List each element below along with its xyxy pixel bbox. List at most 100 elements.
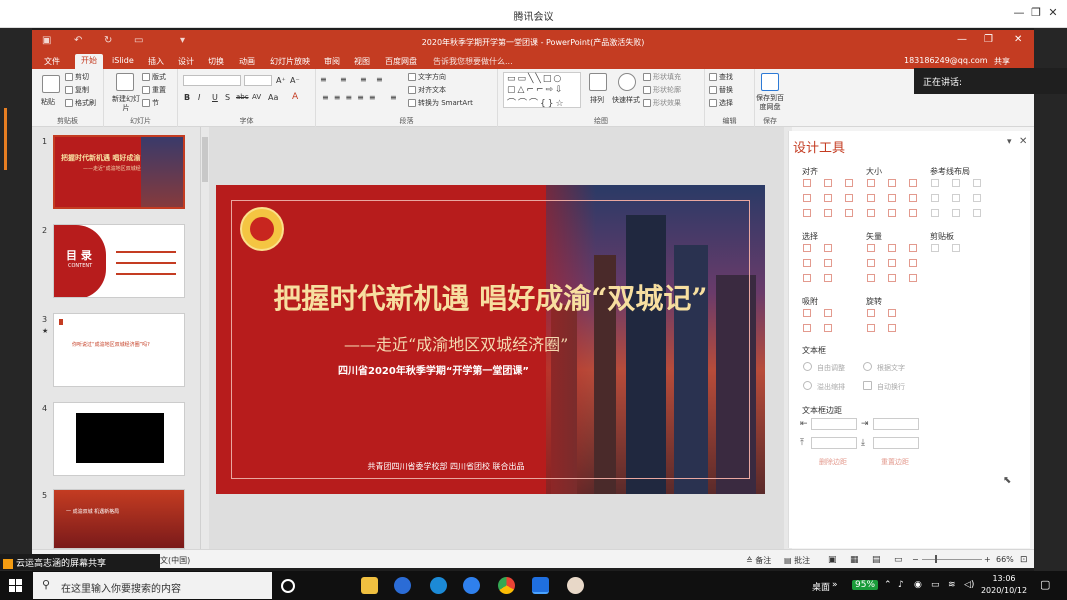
- design-tool-icon[interactable]: [824, 209, 832, 217]
- tab-insert[interactable]: 插入: [148, 56, 164, 67]
- design-tool-icon[interactable]: [973, 179, 981, 187]
- edge-icon[interactable]: [430, 577, 447, 594]
- shapes-row-1[interactable]: ▭▭╲╲□○: [507, 74, 563, 84]
- design-tool-icon[interactable]: [845, 209, 853, 217]
- find-button[interactable]: 查找: [709, 72, 733, 82]
- arrange-icon[interactable]: [589, 73, 607, 91]
- volume-icon[interactable]: ◁): [964, 580, 974, 590]
- meeting-restore-button[interactable]: ❐: [1029, 6, 1043, 19]
- tab-islide[interactable]: iSlide: [112, 56, 134, 65]
- wrap-checkbox[interactable]: [863, 381, 872, 390]
- design-tool-icon[interactable]: [803, 194, 811, 202]
- zoom-slider[interactable]: [922, 559, 982, 560]
- design-tool-icon[interactable]: [952, 209, 960, 217]
- design-tool-icon[interactable]: [931, 179, 939, 187]
- design-tool-icon[interactable]: [867, 259, 875, 267]
- clock-app-icon[interactable]: [394, 577, 411, 594]
- tab-baidu[interactable]: 百度网盘: [385, 56, 417, 67]
- file-explorer-icon[interactable]: [361, 577, 378, 594]
- design-tool-icon[interactable]: [824, 309, 832, 317]
- format-painter-button[interactable]: 格式刷: [65, 98, 96, 108]
- quick-styles-icon[interactable]: [618, 73, 636, 91]
- zoom-slider-thumb[interactable]: [935, 555, 937, 563]
- tencent-meeting-icon[interactable]: [532, 577, 549, 594]
- design-tool-icon[interactable]: [867, 179, 875, 187]
- char-spacing-button[interactable]: AV: [252, 93, 261, 101]
- italic-button[interactable]: I: [198, 93, 200, 102]
- select-button[interactable]: 选择: [709, 98, 733, 108]
- font-size-box[interactable]: [244, 75, 272, 86]
- mic-icon[interactable]: ♪: [898, 580, 904, 590]
- shapes-gallery[interactable]: ▭▭╲╲□○ ▢△⌐⌐⇨⇩ ⌒⌒⌒{}☆: [503, 72, 581, 109]
- font-grow-icon[interactable]: A⁺: [276, 76, 286, 85]
- tray-chevron-icon[interactable]: ⌃: [884, 580, 892, 590]
- design-tool-icon[interactable]: [867, 209, 875, 217]
- share-button[interactable]: 共享: [994, 56, 1010, 67]
- tab-home[interactable]: 开始: [75, 54, 103, 69]
- design-tool-icon[interactable]: [931, 194, 939, 202]
- fit-slide-icon[interactable]: ⊡: [1020, 555, 1028, 565]
- strikethrough-button[interactable]: abc: [236, 93, 249, 101]
- fit-text-radio[interactable]: [863, 362, 872, 371]
- new-slide-button[interactable]: 新建幻灯片: [110, 95, 142, 113]
- design-tool-icon[interactable]: [803, 259, 811, 267]
- ppt-close-button[interactable]: ✕: [1014, 34, 1022, 45]
- comments-button[interactable]: ▤ 批注: [784, 555, 810, 566]
- zoom-level[interactable]: 66%: [996, 555, 1014, 564]
- replace-button[interactable]: 替换: [709, 85, 733, 95]
- design-tool-icon[interactable]: [867, 244, 875, 252]
- design-tool-icon[interactable]: [824, 274, 832, 282]
- thumbnails-scrollbar[interactable]: [200, 127, 209, 549]
- design-tool-icon[interactable]: [803, 274, 811, 282]
- screen-share-bar[interactable]: 云运高志涵的屏幕共享: [0, 554, 160, 570]
- design-tool-icon[interactable]: [867, 194, 875, 202]
- shapes-row-2[interactable]: ▢△⌐⌐⇨⇩: [507, 85, 565, 95]
- design-tool-icon[interactable]: [909, 274, 917, 282]
- panel-close-icon[interactable]: ✕: [1019, 136, 1027, 147]
- align-buttons[interactable]: ≡≡≡≡≡: [322, 93, 381, 102]
- shapes-row-3[interactable]: ⌒⌒⌒{}☆: [507, 96, 566, 109]
- panel-menu-icon[interactable]: ▾: [1007, 137, 1012, 147]
- bold-button[interactable]: B: [184, 93, 190, 102]
- design-tool-icon[interactable]: [888, 324, 896, 332]
- design-tool-icon[interactable]: [845, 179, 853, 187]
- overflow-radio[interactable]: [803, 381, 812, 390]
- tab-review[interactable]: 审阅: [324, 56, 340, 67]
- numbering-icon[interactable]: ≡: [340, 75, 347, 84]
- taskbar-clock[interactable]: 13:06 2020/10/12: [980, 573, 1028, 597]
- ppt-minimize-button[interactable]: —: [957, 34, 967, 45]
- design-tool-icon[interactable]: [952, 194, 960, 202]
- quick-styles-button[interactable]: 快速样式: [612, 95, 640, 105]
- slideshow-view-icon[interactable]: ▭: [894, 555, 903, 565]
- design-tool-icon[interactable]: [888, 209, 896, 217]
- thumbnail-slide-5[interactable]: 一 成渝双城 机遇新格局: [53, 489, 185, 549]
- design-tool-icon[interactable]: [824, 259, 832, 267]
- font-shrink-icon[interactable]: A⁻: [290, 76, 300, 85]
- design-tool-icon[interactable]: [888, 179, 896, 187]
- new-slide-icon[interactable]: [116, 73, 134, 91]
- shadow-button[interactable]: S: [225, 93, 230, 102]
- design-tool-icon[interactable]: [973, 209, 981, 217]
- design-tool-icon[interactable]: [867, 274, 875, 282]
- tab-file[interactable]: 文件: [44, 56, 60, 67]
- tray-expand-icon[interactable]: »: [832, 580, 838, 590]
- tell-me-search[interactable]: 告诉我您想要做什么...: [433, 56, 513, 67]
- design-tool-icon[interactable]: [824, 324, 832, 332]
- battery-indicator[interactable]: 95%: [852, 580, 879, 590]
- design-tool-icon[interactable]: [803, 179, 811, 187]
- tab-transitions[interactable]: 切换: [208, 56, 224, 67]
- design-tool-icon[interactable]: [952, 179, 960, 187]
- design-tool-icon[interactable]: [909, 179, 917, 187]
- indent-icon[interactable]: ≡: [360, 75, 367, 84]
- design-tool-icon[interactable]: [973, 194, 981, 202]
- battery-icon[interactable]: ▭: [931, 580, 940, 590]
- shape-fill-button[interactable]: 形状填充: [643, 72, 681, 82]
- avatar-app-icon[interactable]: [567, 577, 584, 594]
- remove-margin-button[interactable]: 删除边距: [819, 457, 847, 467]
- design-tool-icon[interactable]: [931, 244, 939, 252]
- design-tool-icon[interactable]: [909, 209, 917, 217]
- smartart-button[interactable]: 转换为 SmartArt: [408, 98, 473, 108]
- cut-button[interactable]: 剪切: [65, 72, 89, 82]
- design-tool-icon[interactable]: [845, 194, 853, 202]
- zoom-in-button[interactable]: +: [984, 555, 991, 564]
